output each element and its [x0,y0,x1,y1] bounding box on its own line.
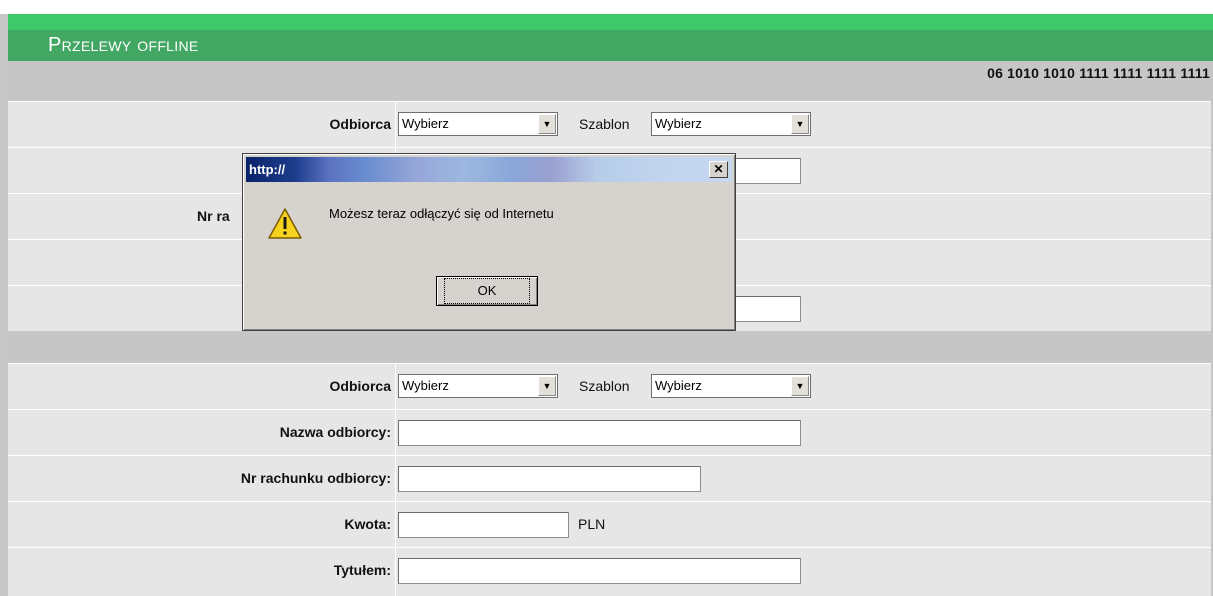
chevron-down-icon[interactable]: ▼ [538,114,556,134]
form2-name-label: Nazwa odbiorcy: [279,424,391,440]
page-title: Przelewy offline [48,34,199,56]
form2-name-input[interactable] [398,420,801,446]
row-divider [395,548,396,596]
form2-template-label: Szablon [579,378,630,394]
form1-account-label: Nr ra [197,208,230,224]
account-number: 06 1010 1010 1111 1111 1111 1111 [987,65,1210,81]
chevron-down-icon[interactable]: ▼ [538,376,556,396]
dialog-titlebar[interactable]: http:// ✕ [246,157,732,182]
form2-template-select[interactable]: Wybierz ▼ [651,374,811,398]
form2-amount-label: Kwota: [344,516,391,532]
chevron-down-icon[interactable]: ▼ [791,114,809,134]
form2-recipient-label: Odbiorca [329,378,391,394]
row-divider [395,102,396,147]
warning-icon [268,208,302,239]
form2-template-select-value: Wybierz [655,378,702,393]
form1-recipient-select-value: Wybierz [402,116,449,131]
form2-name-row: Nazwa odbiorcy: [8,409,1213,455]
form2-recipient-row: Odbiorca Wybierz ▼ Szablon Wybierz ▼ [8,363,1213,409]
chevron-down-icon[interactable]: ▼ [791,376,809,396]
form2-title-input[interactable] [398,558,801,584]
form2-account-label: Nr rachunku odbiorcy: [240,470,391,486]
row-divider [395,502,396,547]
form2-title-label: Tytułem: [333,562,391,578]
form2-currency-label: PLN [578,516,606,532]
form1-recipient-row: Odbiorca Wybierz ▼ Szablon Wybierz ▼ [8,101,1213,147]
form1-template-select[interactable]: Wybierz ▼ [651,112,811,136]
form2-account-input[interactable] [398,466,701,492]
header-stripe [8,14,1213,30]
form1-recipient-select[interactable]: Wybierz ▼ [398,112,558,136]
alert-dialog: http:// ✕ Możesz teraz odłączyć się od I… [242,153,736,331]
ok-button[interactable]: OK [436,276,538,306]
form2-title-row: Tytułem: [8,547,1213,596]
row-divider [395,410,396,455]
page: Przelewy offline 06 1010 1010 1111 1111 … [0,0,1213,596]
section-gap [8,331,1213,363]
dialog-title: http:// [249,162,286,177]
form2-amount-input[interactable] [398,512,569,538]
account-bar: 06 1010 1010 1111 1111 1111 1111 [8,61,1213,101]
close-icon[interactable]: ✕ [709,161,728,178]
form2-amount-row: Kwota: PLN [8,501,1213,547]
row-divider [395,456,396,501]
form2-recipient-select[interactable]: Wybierz ▼ [398,374,558,398]
form1-recipient-label: Odbiorca [329,116,391,132]
left-edge [0,14,8,596]
page-header: Przelewy offline [8,14,1213,61]
form1-template-label: Szablon [579,116,630,132]
form1-template-select-value: Wybierz [655,116,702,131]
form2-recipient-select-value: Wybierz [402,378,449,393]
ok-button-label: OK [443,278,531,304]
row-divider [395,364,396,409]
form2-account-row: Nr rachunku odbiorcy: [8,455,1213,501]
dialog-message: Możesz teraz odłączyć się od Internetu [329,206,554,221]
